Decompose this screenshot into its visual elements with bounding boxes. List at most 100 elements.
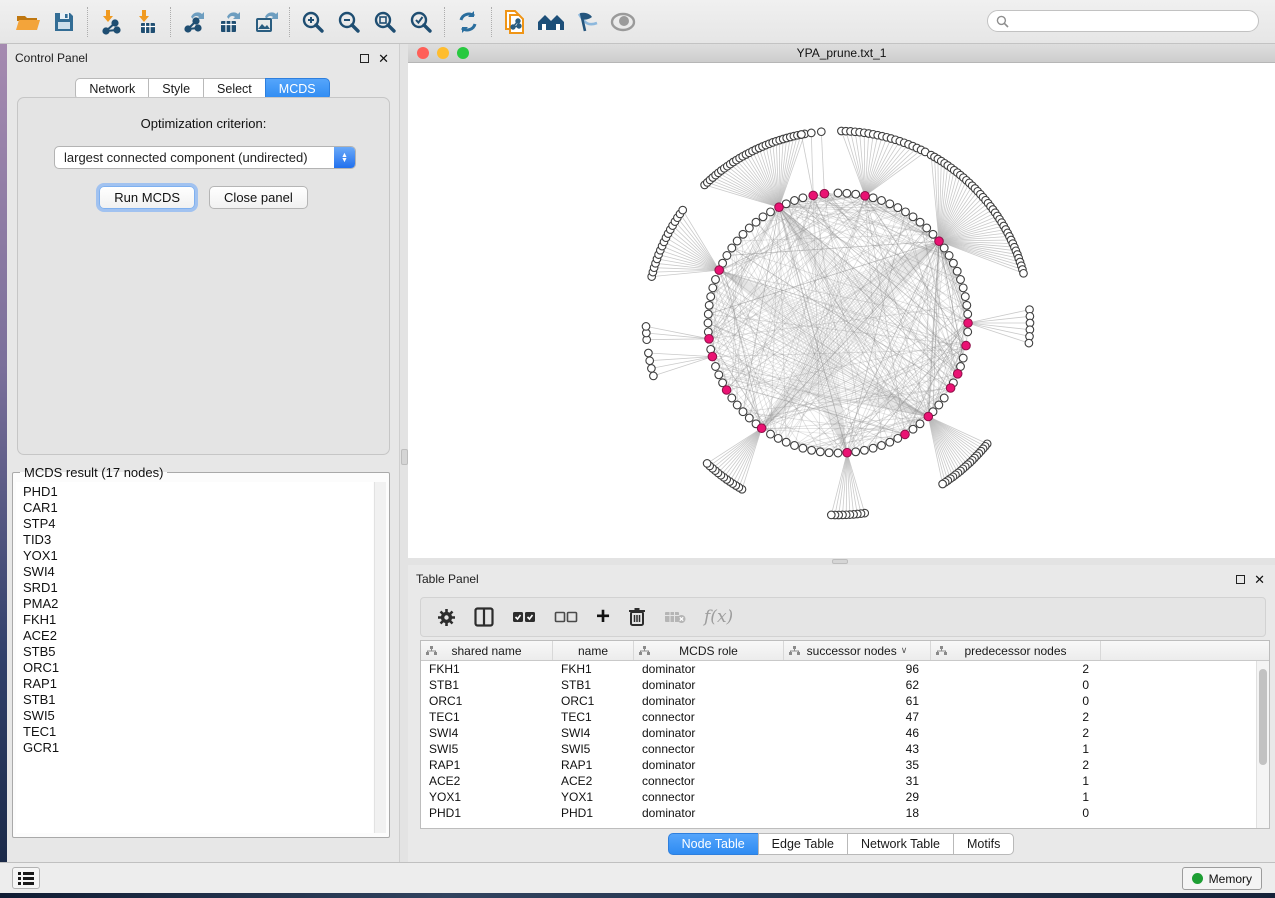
search-input[interactable] — [1009, 12, 1258, 30]
network-window-titlebar[interactable]: YPA_prune.txt_1 — [408, 44, 1275, 63]
mcds-result-item[interactable]: PHD1 — [23, 484, 373, 500]
export-image-icon[interactable] — [248, 5, 284, 39]
panel-menu-button[interactable] — [12, 867, 40, 889]
table-row[interactable]: YOX1YOX1connector291 — [421, 789, 1269, 805]
column-header-MCDS-role[interactable]: MCDS role — [634, 641, 784, 660]
mcds-result-item[interactable]: RAP1 — [23, 676, 373, 692]
cell-predecessor-nodes: 2 — [931, 758, 1101, 772]
cell-name: ORC1 — [553, 694, 634, 708]
open-file-icon[interactable] — [10, 5, 46, 39]
zoom-in-icon[interactable] — [295, 5, 331, 39]
cell-name: YOX1 — [553, 790, 634, 804]
add-column-icon[interactable]: + — [596, 603, 610, 631]
export-network-icon[interactable] — [176, 5, 212, 39]
cell-shared-name: PHD1 — [421, 806, 553, 820]
cell-successor-nodes: 18 — [784, 806, 931, 820]
table-row[interactable]: STB1STB1dominator620 — [421, 677, 1269, 693]
cell-MCDS-role: connector — [634, 742, 784, 756]
splitter-handle-icon[interactable] — [401, 449, 408, 465]
float-panel-icon[interactable] — [360, 54, 369, 63]
column-header-name[interactable]: name — [553, 641, 634, 660]
cell-MCDS-role: dominator — [634, 694, 784, 708]
scrollbar-thumb[interactable] — [1259, 669, 1267, 765]
run-mcds-button[interactable]: Run MCDS — [99, 186, 195, 209]
mcds-result-item[interactable]: SWI5 — [23, 708, 373, 724]
mcds-result-item[interactable]: STB5 — [23, 644, 373, 660]
tab-network-table[interactable]: Network Table — [847, 833, 954, 855]
cell-MCDS-role: dominator — [634, 726, 784, 740]
tab-edge-table[interactable]: Edge Table — [758, 833, 848, 855]
network-graph[interactable] — [408, 63, 1275, 558]
table-row[interactable]: PHD1PHD1dominator180 — [421, 805, 1269, 821]
search-field[interactable] — [987, 10, 1259, 32]
mcds-result-item[interactable]: SWI4 — [23, 564, 373, 580]
search-icon — [996, 15, 1009, 28]
cell-successor-nodes: 29 — [784, 790, 931, 804]
cell-predecessor-nodes: 0 — [931, 806, 1101, 820]
mcds-result-item[interactable]: GCR1 — [23, 740, 373, 756]
horizontal-splitter[interactable] — [408, 558, 1275, 565]
mcds-result-item[interactable]: TID3 — [23, 532, 373, 548]
mcds-result-item[interactable]: ACE2 — [23, 628, 373, 644]
mcds-result-item[interactable]: STB1 — [23, 692, 373, 708]
unselect-all-icon[interactable] — [554, 603, 578, 631]
table-row[interactable]: SWI5SWI5connector431 — [421, 741, 1269, 757]
cell-successor-nodes: 47 — [784, 710, 931, 724]
mcds-result-item[interactable]: TEC1 — [23, 724, 373, 740]
mcds-result-item[interactable]: FKH1 — [23, 612, 373, 628]
mcds-result-item[interactable]: PMA2 — [23, 596, 373, 612]
table-row[interactable]: ORC1ORC1dominator610 — [421, 693, 1269, 709]
table-row[interactable]: TEC1TEC1connector472 — [421, 709, 1269, 725]
cell-predecessor-nodes: 2 — [931, 726, 1101, 740]
table-row[interactable]: FKH1FKH1dominator962 — [421, 661, 1269, 677]
table-row[interactable]: RAP1RAP1dominator352 — [421, 757, 1269, 773]
column-header-predecessor-nodes[interactable]: predecessor nodes — [931, 641, 1101, 660]
mcds-result-item[interactable]: SRD1 — [23, 580, 373, 596]
zoom-fit-icon[interactable] — [367, 5, 403, 39]
share-session-icon[interactable] — [497, 5, 533, 39]
table-panel: Table Panel ✕ + f(x) shared namenameMCDS… — [408, 565, 1275, 862]
tab-motifs[interactable]: Motifs — [953, 833, 1014, 855]
mcds-result-item[interactable]: STP4 — [23, 516, 373, 532]
table-tabs: Node TableEdge TableNetwork TableMotifs — [408, 833, 1275, 855]
close-panel-icon[interactable]: ✕ — [1254, 575, 1265, 584]
tab-node-table[interactable]: Node Table — [668, 833, 759, 855]
cell-shared-name: SWI4 — [421, 726, 553, 740]
show-panel-icon[interactable] — [605, 5, 641, 39]
table-row[interactable]: SWI4SWI4dominator462 — [421, 725, 1269, 741]
select-all-icon[interactable] — [512, 603, 536, 631]
mcds-result-list[interactable]: PHD1CAR1STP4TID3YOX1SWI4SRD1PMA2FKH1ACE2… — [16, 482, 373, 833]
mcds-result-item[interactable]: CAR1 — [23, 500, 373, 516]
column-header-successor-nodes[interactable]: successor nodes∨ — [784, 641, 931, 660]
float-panel-icon[interactable] — [1236, 575, 1245, 584]
export-table-icon[interactable] — [212, 5, 248, 39]
save-session-icon[interactable] — [46, 5, 82, 39]
cell-MCDS-role: dominator — [634, 678, 784, 692]
table-row[interactable]: ACE2ACE2connector311 — [421, 773, 1269, 789]
zoom-selected-icon[interactable] — [403, 5, 439, 39]
mcds-result-box: MCDS result (17 nodes) PHD1CAR1STP4TID3Y… — [12, 465, 390, 838]
hide-panel-icon[interactable] — [569, 5, 605, 39]
vertical-splitter[interactable] — [400, 44, 408, 862]
mcds-result-item[interactable]: ORC1 — [23, 660, 373, 676]
zoom-out-icon[interactable] — [331, 5, 367, 39]
refresh-layout-icon[interactable] — [450, 5, 486, 39]
gear-icon[interactable] — [437, 603, 456, 631]
close-panel-button[interactable]: Close panel — [209, 186, 308, 209]
home-icon[interactable] — [533, 5, 569, 39]
memory-button[interactable]: Memory — [1182, 867, 1262, 890]
close-panel-icon[interactable]: ✕ — [378, 54, 389, 63]
cell-predecessor-nodes: 2 — [931, 662, 1101, 676]
column-layout-icon[interactable] — [474, 603, 494, 631]
import-table-icon[interactable] — [129, 5, 165, 39]
mcds-result-item[interactable]: YOX1 — [23, 548, 373, 564]
control-panel: Control Panel ✕ NetworkStyleSelectMCDS O… — [7, 44, 400, 862]
mcds-list-scrollbar[interactable] — [374, 482, 386, 833]
splitter-handle-icon[interactable] — [832, 559, 848, 564]
list-icon — [18, 872, 34, 885]
import-network-icon[interactable] — [93, 5, 129, 39]
delete-column-icon[interactable] — [628, 603, 646, 631]
criterion-select[interactable]: largest connected component (undirected)… — [54, 146, 356, 169]
column-header-shared-name[interactable]: shared name — [421, 641, 553, 660]
table-scrollbar[interactable] — [1256, 661, 1269, 828]
